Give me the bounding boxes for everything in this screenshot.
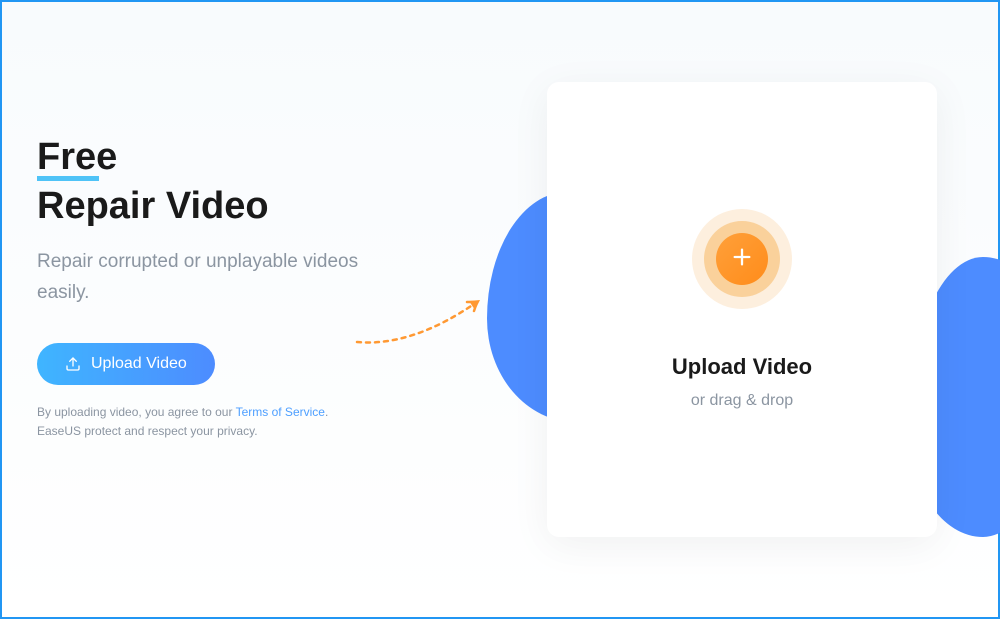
agreement-prefix: By uploading video, you agree to our (37, 405, 236, 419)
upload-icon (65, 356, 81, 372)
privacy-text: EaseUS protect and respect your privacy. (37, 424, 258, 438)
upload-card-subtitle: or drag & drop (691, 392, 793, 410)
title-free: Free (37, 137, 117, 179)
upload-button-label: Upload Video (91, 355, 187, 373)
add-button[interactable] (716, 233, 768, 285)
title-repair: Repair Video (37, 184, 382, 230)
upload-video-button[interactable]: Upload Video (37, 343, 215, 385)
plus-icon (731, 246, 753, 272)
hero-subtitle: Repair corrupted or unplayable videos ea… (37, 247, 382, 308)
agreement-text: By uploading video, you agree to our Ter… (37, 403, 382, 441)
plus-circle-wrapper (692, 209, 792, 309)
terms-of-service-link[interactable]: Terms of Service (236, 405, 325, 419)
hero-section: Free Repair Video Repair corrupted or un… (2, 2, 382, 617)
upload-card-title: Upload Video (672, 354, 812, 380)
upload-dropzone-card[interactable]: Upload Video or drag & drop (547, 82, 937, 537)
agreement-suffix: . (325, 405, 328, 419)
arrow-icon (352, 292, 502, 357)
